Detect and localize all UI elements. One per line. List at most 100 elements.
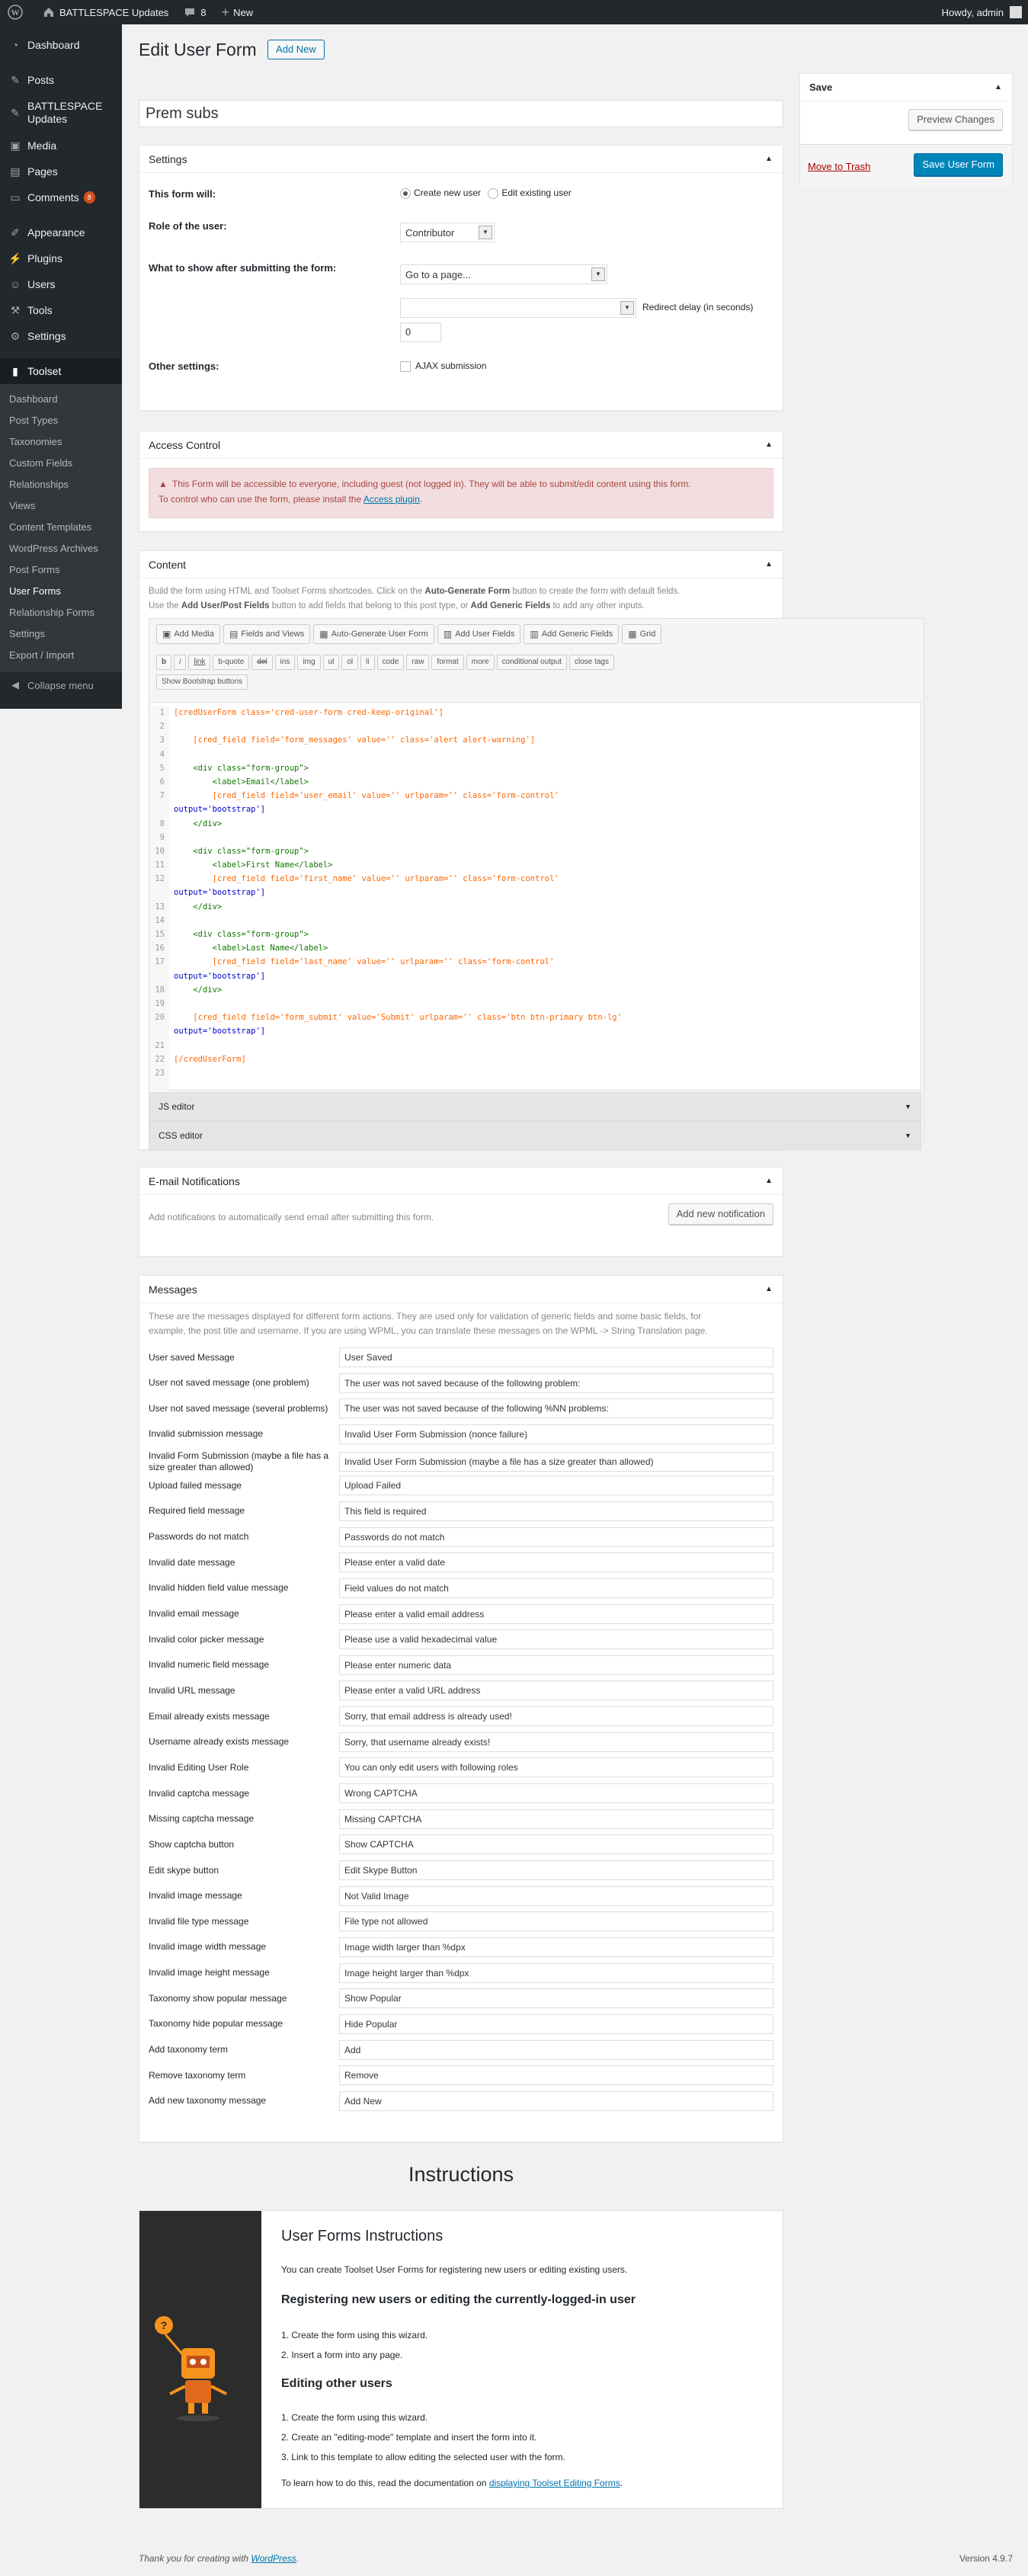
message-input[interactable]: Add New [339, 2091, 773, 2111]
menu-media[interactable]: ▣ Media [0, 133, 122, 159]
message-input[interactable]: Show CAPTCHA [339, 1834, 773, 1855]
fields-and-views-button[interactable]: ▤ Fields and Views [223, 624, 311, 644]
submenu-post-types[interactable]: Post Types [0, 410, 122, 431]
submenu-custom-fields[interactable]: Custom Fields [0, 453, 122, 474]
qt-ul[interactable]: ul [322, 655, 340, 670]
message-input[interactable]: This field is required [339, 1501, 773, 1521]
qt-more[interactable]: more [466, 655, 495, 670]
submenu-content-templates[interactable]: Content Templates [0, 517, 122, 538]
toggle-arrow-icon[interactable]: ▲ [755, 1168, 783, 1194]
qt-b-quote[interactable]: b-quote [213, 655, 250, 670]
after-submit-select[interactable]: Go to a page... ▼ [400, 264, 607, 284]
qt-close-tags[interactable]: close tags [568, 655, 614, 670]
add-user-fields-button[interactable]: ▥ Add User Fields [437, 624, 521, 644]
menu-toolset[interactable]: ▮ Toolset [0, 358, 122, 384]
wordpress-logo-icon[interactable]: W [0, 0, 35, 24]
message-input[interactable]: Missing CAPTCHA [339, 1809, 773, 1829]
qt-raw[interactable]: raw [406, 655, 430, 670]
submenu-dashboard[interactable]: Dashboard [0, 389, 122, 410]
access-control-header[interactable]: Access Control ▲ [139, 431, 783, 459]
message-input[interactable]: Please enter numeric data [339, 1655, 773, 1675]
form-title-input[interactable]: Prem subs [139, 100, 783, 127]
message-input[interactable]: The user was not saved because of the fo… [339, 1399, 773, 1419]
message-input[interactable]: Field values do not match [339, 1578, 773, 1598]
save-user-form-button[interactable]: Save User Form [914, 153, 1003, 176]
message-input[interactable]: Please enter a valid email address [339, 1604, 773, 1624]
new-content-link[interactable]: + New [214, 0, 261, 24]
menu-plugins[interactable]: ⚡ Plugins [0, 245, 122, 271]
message-input[interactable]: Please enter a valid date [339, 1552, 773, 1573]
code-editor[interactable]: 1 [credUserForm class='cred-user-form cre… [149, 702, 921, 1094]
message-input[interactable]: Add [339, 2039, 773, 2060]
qt-i[interactable]: i [174, 655, 187, 670]
submenu-views[interactable]: Views [0, 495, 122, 517]
submenu-export-import[interactable]: Export / Import [0, 645, 122, 666]
js-editor-toggle[interactable]: JS editor ▼ [149, 1092, 921, 1121]
add-generic-fields-button[interactable]: ▥ Add Generic Fields [524, 624, 620, 644]
grid-button[interactable]: ▦ Grid [622, 624, 662, 644]
submenu-relationship-forms[interactable]: Relationship Forms [0, 602, 122, 623]
message-input[interactable]: The user was not saved because of the fo… [339, 1373, 773, 1393]
message-input[interactable]: Show Popular [339, 1988, 773, 2009]
message-input[interactable]: User Saved [339, 1347, 773, 1367]
toggle-arrow-icon[interactable]: ▲ [755, 431, 783, 458]
qt-li[interactable]: li [360, 655, 375, 670]
submenu-settings[interactable]: Settings [0, 623, 122, 645]
qt-del[interactable]: del [251, 655, 273, 670]
menu-appearance[interactable]: ✐ Appearance [0, 219, 122, 245]
menu-battlespace-updates[interactable]: ✎ BATTLESPACE Updates [0, 93, 122, 133]
submenu-wordpress-archives[interactable]: WordPress Archives [0, 538, 122, 559]
ajax-submission-checkbox[interactable] [400, 360, 411, 372]
wordpress-link[interactable]: WordPress [251, 2553, 296, 2564]
show-bootstrap-buttons[interactable]: Show Bootstrap buttons [156, 674, 248, 690]
message-input[interactable]: Image height larger than %dpx [339, 1962, 773, 1983]
qt-code[interactable]: code [376, 655, 405, 670]
message-input[interactable]: Sorry, that username already exists! [339, 1732, 773, 1752]
create-new-user-radio[interactable] [400, 187, 411, 199]
menu-dashboard[interactable]: ◔ Dashboard [0, 32, 122, 58]
settings-box-header[interactable]: Settings ▲ [139, 146, 783, 173]
qt-ins[interactable]: ins [274, 655, 296, 670]
message-input[interactable]: Remove [339, 2065, 773, 2086]
message-input[interactable]: Image width larger than %dpx [339, 1937, 773, 1957]
add-new-notification-button[interactable]: Add new notification [668, 1203, 773, 1225]
toggle-arrow-icon[interactable]: ▲ [985, 74, 1012, 101]
displaying-editing-forms-link[interactable]: displaying Toolset Editing Forms [489, 2478, 620, 2488]
menu-posts[interactable]: ✎ Posts [0, 67, 122, 93]
message-input[interactable]: Invalid User Form Submission (maybe a fi… [339, 1451, 773, 1472]
toggle-arrow-icon[interactable]: ▲ [755, 1276, 783, 1302]
menu-tools[interactable]: ⚒ Tools [0, 297, 122, 323]
edit-existing-user-radio[interactable] [488, 187, 499, 199]
role-select[interactable]: Contributor ▼ [400, 223, 495, 242]
menu-comments[interactable]: ▭ Comments 8 [0, 184, 122, 210]
save-box-header[interactable]: Save ▲ [800, 74, 1012, 101]
qt-conditional-output[interactable]: conditional output [496, 655, 567, 670]
preview-changes-button[interactable]: Preview Changes [908, 109, 1003, 130]
message-input[interactable]: Hide Popular [339, 2014, 773, 2034]
comments-link[interactable]: 8 [176, 0, 213, 24]
qt-ol[interactable]: ol [341, 655, 359, 670]
my-account[interactable]: Howdy, admin [942, 6, 1028, 18]
collapse-menu-button[interactable]: ◀ Collapse menu [0, 672, 122, 698]
message-input[interactable]: Upload Failed [339, 1475, 773, 1496]
toggle-arrow-icon[interactable]: ▲ [755, 146, 783, 172]
qt-link[interactable]: link [188, 655, 211, 670]
menu-users[interactable]: ☺ Users [0, 271, 122, 297]
toggle-arrow-icon[interactable]: ▲ [755, 551, 783, 578]
auto-generate-form-button[interactable]: ▦ Auto-Generate User Form [313, 624, 434, 644]
redirect-page-select[interactable]: ▼ [400, 298, 636, 318]
qt-img[interactable]: img [297, 655, 321, 670]
message-input[interactable]: Passwords do not match [339, 1527, 773, 1547]
add-new-button[interactable]: Add New [267, 40, 325, 59]
message-input[interactable]: File type not allowed [339, 1911, 773, 1932]
messages-header[interactable]: Messages ▲ [139, 1276, 783, 1303]
message-input[interactable]: Please enter a valid URL address [339, 1680, 773, 1701]
move-to-trash-link[interactable]: Move to Trash [808, 161, 870, 172]
submenu-relationships[interactable]: Relationships [0, 474, 122, 495]
menu-pages[interactable]: ▤ Pages [0, 159, 122, 184]
menu-settings[interactable]: ⚙ Settings [0, 323, 122, 349]
redirect-delay-input[interactable]: 0 [400, 322, 441, 342]
access-plugin-link[interactable]: Access plugin [363, 494, 420, 505]
qt-format[interactable]: format [431, 655, 464, 670]
qt-b[interactable]: b [156, 655, 172, 670]
